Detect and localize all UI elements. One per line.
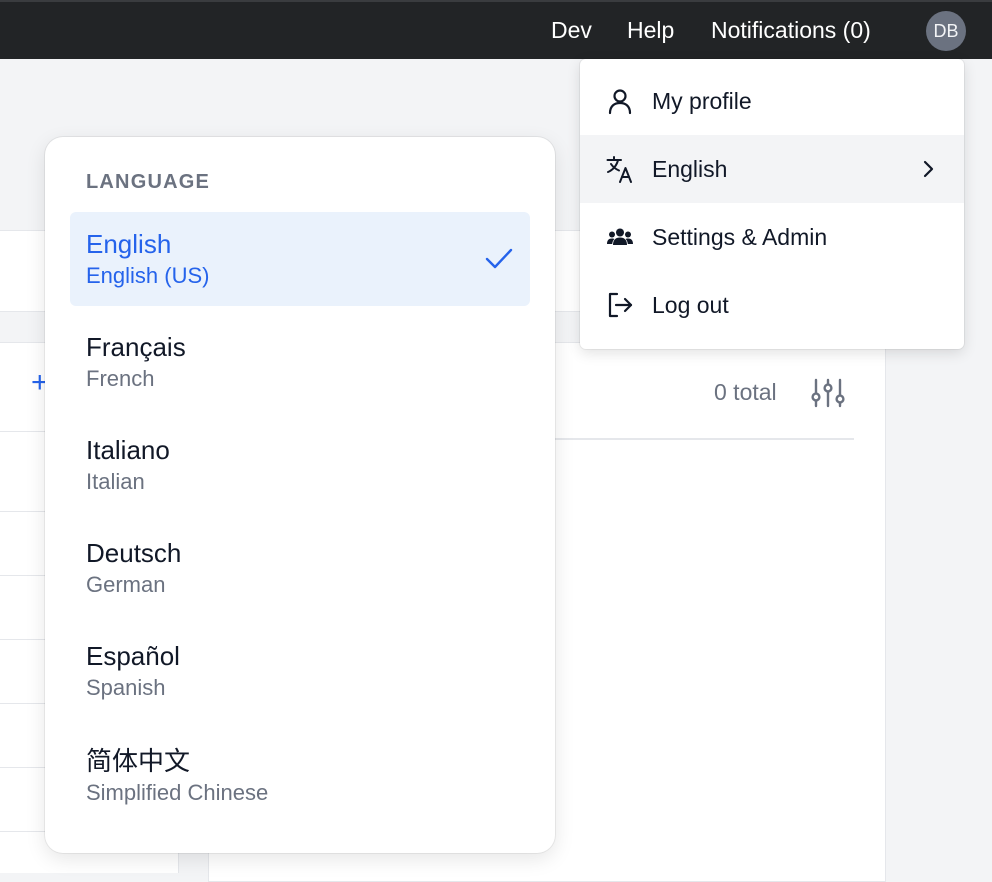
menu-item-log-out[interactable]: Log out [580, 271, 964, 339]
language-english-name: Spanish [86, 675, 166, 700]
chevron-right-icon [923, 160, 934, 178]
check-icon [485, 248, 513, 269]
language-native-name: Italiano [86, 435, 170, 465]
language-option-german[interactable]: Deutsch German [70, 521, 530, 615]
language-menu-heading: LANGUAGE [86, 171, 211, 193]
language-menu: LANGUAGE English English (US) Français F… [45, 137, 555, 853]
users-icon [607, 228, 633, 245]
language-option-english[interactable]: English English (US) [70, 212, 530, 306]
menu-item-label: Settings & Admin [652, 224, 828, 250]
nav-link-help[interactable]: Help [627, 16, 674, 44]
language-native-name: Deutsch [86, 538, 182, 568]
account-dropdown-menu: My profile English Settings & Admin Log … [580, 59, 964, 349]
language-native-name: 简体中文 [86, 746, 191, 776]
language-native-name: English [86, 229, 172, 259]
language-option-spanish[interactable]: Español Spanish [70, 624, 530, 718]
language-option-french[interactable]: Français French [70, 315, 530, 409]
user-avatar[interactable]: DB [926, 11, 966, 51]
filter-sliders-icon[interactable] [810, 377, 846, 409]
translate-icon [606, 156, 632, 183]
total-count: 0 total [714, 379, 777, 405]
logout-icon [608, 292, 633, 318]
top-nav-bar: Dev Help Notifications (0) DB [0, 0, 992, 59]
language-english-name: English (US) [86, 263, 210, 288]
nav-link-notifications[interactable]: Notifications (0) [711, 16, 871, 44]
language-option-italian[interactable]: Italiano Italian [70, 418, 530, 512]
language-english-name: German [86, 572, 166, 597]
language-native-name: Français [86, 332, 186, 362]
menu-item-my-profile[interactable]: My profile [580, 67, 964, 135]
main-panel-divider [540, 438, 854, 440]
menu-item-label: English [652, 156, 728, 182]
menu-item-label: Log out [652, 292, 729, 318]
person-icon [608, 89, 632, 115]
language-english-name: French [86, 366, 155, 391]
language-native-name: Español [86, 641, 180, 671]
language-english-name: Simplified Chinese [86, 780, 269, 805]
menu-item-settings-admin[interactable]: Settings & Admin [580, 203, 964, 271]
menu-item-label: My profile [652, 88, 752, 114]
menu-item-language[interactable]: English [580, 135, 964, 203]
language-english-name: Italian [86, 469, 145, 494]
language-option-simplified-chinese[interactable]: 简体中文 Simplified Chinese [70, 729, 530, 823]
nav-link-dev[interactable]: Dev [551, 16, 592, 44]
